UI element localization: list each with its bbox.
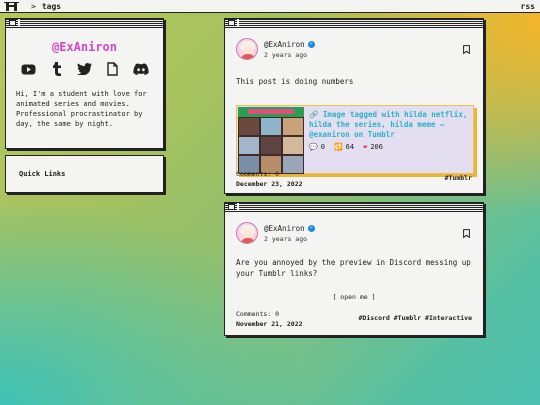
twitter-icon[interactable] xyxy=(77,61,93,77)
post-date: December 23, 2022 xyxy=(236,180,303,188)
window-close-box[interactable] xyxy=(228,204,235,210)
post-footer: Comments: 0 November 21, 2022 xyxy=(236,309,303,329)
like-count: 206 xyxy=(370,143,383,151)
breadcrumb-tags-link[interactable]: tags xyxy=(42,2,61,11)
link-preview-embed[interactable]: 🔗 Image tagged with hilda netflix, hilda… xyxy=(236,105,474,174)
post-time: 2 years ago xyxy=(264,50,308,59)
post-date: November 21, 2022 xyxy=(236,320,303,328)
quick-links-window: Quick Links xyxy=(5,155,164,193)
post-time: 2 years ago xyxy=(264,234,308,243)
file-icon[interactable] xyxy=(105,61,121,77)
post-header: @ExAniron ✓ 2 years ago xyxy=(236,222,483,244)
discord-icon[interactable] xyxy=(132,61,149,77)
comments-count[interactable]: Comments: 0 xyxy=(236,309,303,319)
post-header: @ExAniron ✓ 2 years ago xyxy=(236,38,483,60)
open-more-button[interactable]: [ open me ] xyxy=(225,293,483,301)
profile-window: @ExAniron Hi, I'm a student with love fo… xyxy=(5,18,164,149)
verified-badge-icon: ✓ xyxy=(307,224,315,232)
post-tags[interactable]: #Tumblr xyxy=(445,174,472,182)
top-navigation-bar: > tags rss xyxy=(0,0,540,13)
post-username[interactable]: @ExAniron xyxy=(264,40,305,49)
rss-link[interactable]: rss xyxy=(521,2,535,11)
embed-title-link[interactable]: 🔗 Image tagged with hilda netflix, hilda… xyxy=(309,110,469,140)
heart-icon: ❤ xyxy=(363,143,368,151)
verified-badge-icon: ✓ xyxy=(307,40,315,48)
profile-name: @ExAniron xyxy=(51,40,118,54)
youtube-icon[interactable] xyxy=(21,61,37,77)
comments-count[interactable]: Comments: 0 xyxy=(236,169,303,179)
post-card: @ExAniron ✓ 2 years ago This post is doin… xyxy=(224,18,484,194)
window-close-box[interactable] xyxy=(228,20,235,26)
window-title-bar xyxy=(225,19,483,28)
bookmark-icon[interactable] xyxy=(463,229,470,240)
window-title-bar xyxy=(225,203,483,212)
post-card: @ExAniron ✓ 2 years ago Are you annoyed b… xyxy=(224,202,484,336)
embed-stats: 💬 0 🔁 64 ❤ 206 xyxy=(309,143,469,151)
post-footer: Comments: 0 December 23, 2022 xyxy=(236,169,303,189)
post-username[interactable]: @ExAniron xyxy=(264,224,305,233)
avatar[interactable] xyxy=(236,222,258,244)
social-links xyxy=(6,61,163,77)
tumblr-icon[interactable] xyxy=(49,61,65,77)
embed-thumbnail xyxy=(238,107,304,174)
reblog-icon: 🔁 xyxy=(333,143,343,151)
post-text: Are you annoyed by the preview in Discor… xyxy=(236,258,471,278)
comment-icon: 💬 xyxy=(309,143,318,151)
post-tags[interactable]: #Discord #Tumblr #Interactive xyxy=(359,314,473,322)
comment-count: 0 xyxy=(320,143,325,151)
breadcrumb-separator: > xyxy=(31,1,36,11)
post-text: This post is doing numbers xyxy=(236,77,354,86)
window-close-box[interactable] xyxy=(9,20,16,26)
quick-links-label[interactable]: Quick Links xyxy=(19,170,65,178)
window-title-bar xyxy=(6,19,163,28)
bookmark-icon[interactable] xyxy=(463,45,470,56)
avatar[interactable] xyxy=(236,38,258,60)
profile-bio: Hi, I'm a student with love for animated… xyxy=(16,90,147,128)
reblog-count: 64 xyxy=(345,143,355,151)
site-logo-icon[interactable] xyxy=(4,1,19,12)
